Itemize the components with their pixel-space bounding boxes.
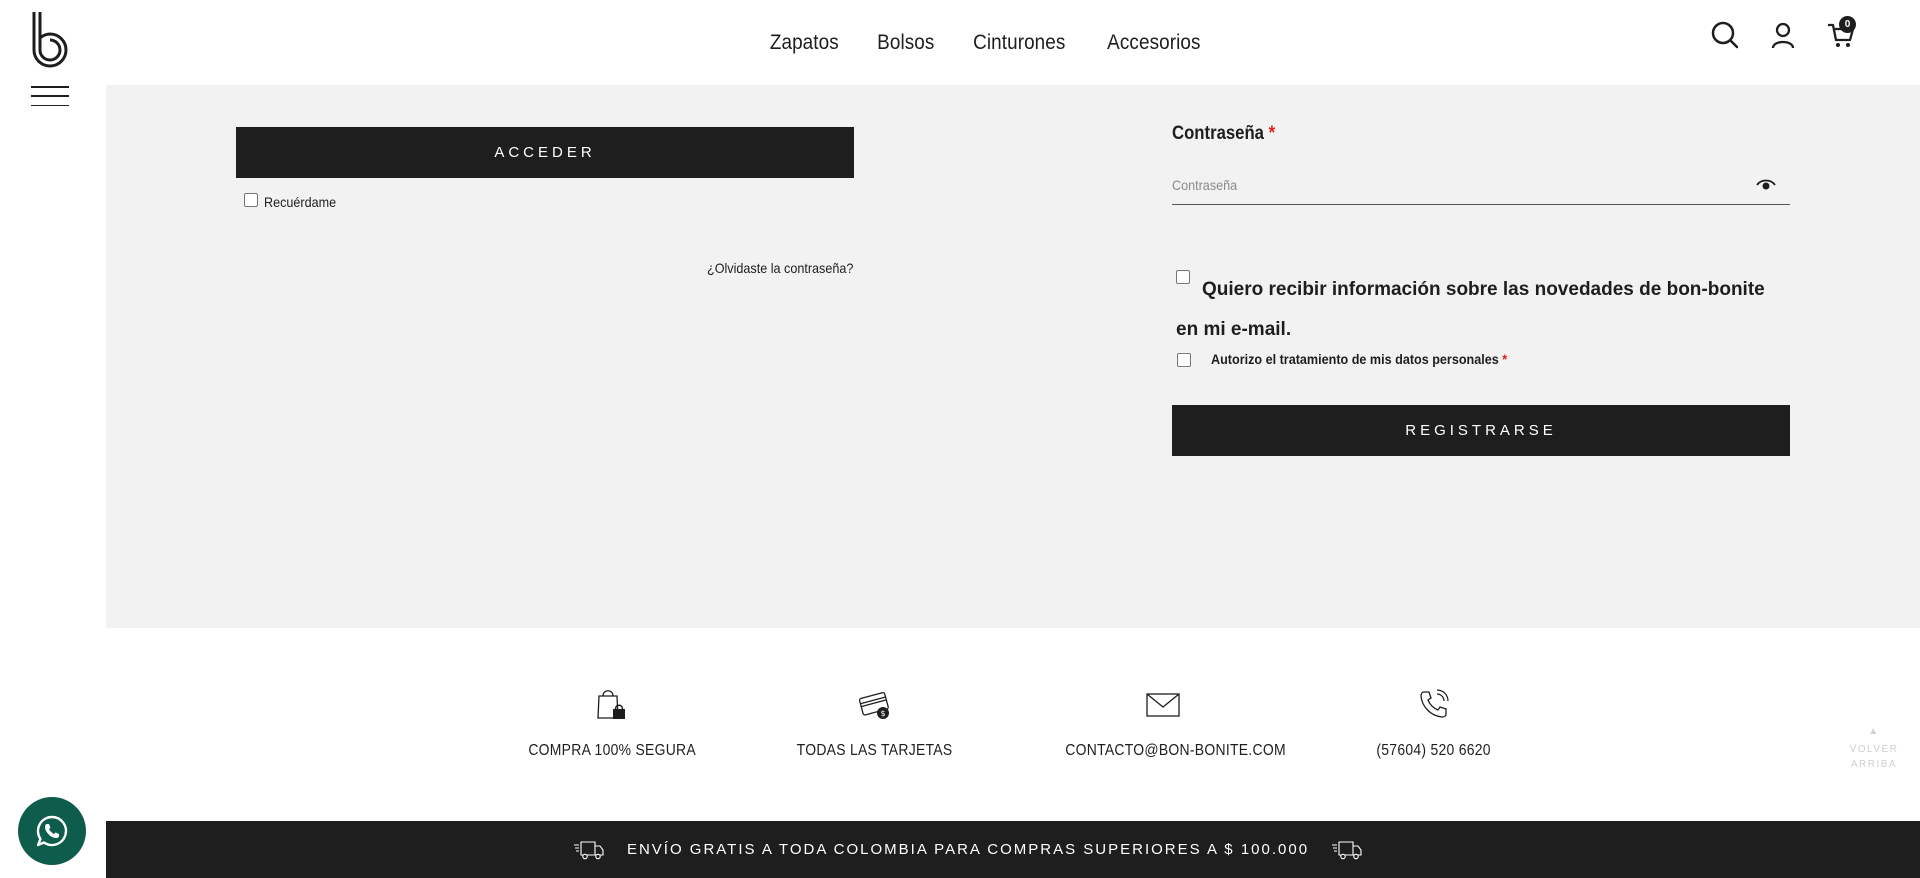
header-actions: 0 xyxy=(1710,16,1856,50)
envelope-icon xyxy=(1146,693,1180,717)
show-password-icon[interactable] xyxy=(1756,179,1776,191)
register-button[interactable]: REGISTRARSE xyxy=(1172,405,1790,456)
shipping-banner: ENVÍO GRATIS A TODA COLOMBIA PARA COMPRA… xyxy=(106,821,1920,878)
chevron-up-icon: ▲ xyxy=(1868,726,1880,737)
password-label: Contraseña * xyxy=(1172,123,1276,144)
forgot-password-link[interactable]: ¿Olvidaste la contraseña? xyxy=(707,260,853,276)
contact-phone-link[interactable]: (57604) 520 6620 xyxy=(1377,742,1491,760)
consent-checkbox[interactable] xyxy=(1177,353,1191,367)
cart-button[interactable]: 0 xyxy=(1826,16,1856,50)
site-header: Zapatos Bolsos Cinturones Accesorios 0 xyxy=(0,0,1920,85)
feature-secure: COMPRA 100% SEGURA xyxy=(502,686,722,760)
svg-text:$: $ xyxy=(880,709,885,718)
features-strip: COMPRA 100% SEGURA $ TODAS LAS TARJETAS … xyxy=(106,628,1920,821)
feature-phone: (57604) 520 6620 xyxy=(1324,686,1544,760)
account-panel: ACCEDER Recuérdame ¿Olvidaste la contras… xyxy=(106,85,1920,628)
search-icon[interactable] xyxy=(1710,20,1740,50)
password-placeholder: Contraseña xyxy=(1172,176,1238,193)
delivery-truck-icon xyxy=(573,840,604,859)
back-to-top-button[interactable]: ▲ VOLVER ARRIBA xyxy=(1836,706,1912,790)
menu-icon[interactable] xyxy=(31,86,69,106)
user-icon[interactable] xyxy=(1768,20,1798,50)
password-input[interactable]: Contraseña xyxy=(1172,165,1790,205)
contact-email-link[interactable]: CONTACTO@BON-BONITE.COM xyxy=(1065,742,1286,760)
phone-icon xyxy=(1420,689,1449,718)
nav-item-zapatos[interactable]: Zapatos xyxy=(770,31,839,55)
feature-cards-label: TODAS LAS TARJETAS xyxy=(797,742,953,759)
main-nav: Zapatos Bolsos Cinturones Accesorios xyxy=(0,0,1920,85)
remember-me-checkbox[interactable] xyxy=(244,193,258,207)
required-mark: * xyxy=(1268,123,1276,144)
whatsapp-icon xyxy=(36,815,68,847)
consent-label: Autorizo el tratamiento de mis datos per… xyxy=(1211,351,1508,367)
shipping-banner-text: ENVÍO GRATIS A TODA COLOMBIA PARA COMPRA… xyxy=(626,841,1310,858)
feature-secure-label: COMPRA 100% SEGURA xyxy=(528,742,696,759)
login-button[interactable]: ACCEDER xyxy=(236,127,854,178)
feature-contact: CONTACTO@BON-BONITE.COM xyxy=(1053,686,1286,760)
nav-item-accesorios[interactable]: Accesorios xyxy=(1107,31,1200,55)
nav-item-cinturones[interactable]: Cinturones xyxy=(974,31,1066,55)
whatsapp-button[interactable] xyxy=(18,797,86,865)
remember-me-label: Recuérdame xyxy=(264,194,337,210)
newsletter-label: Quiero recibir información sobre las nov… xyxy=(1176,279,1765,340)
credit-card-icon: $ xyxy=(858,692,889,719)
cart-count-badge: 0 xyxy=(1839,16,1856,33)
secure-bag-icon xyxy=(597,690,625,719)
delivery-truck-icon xyxy=(1332,840,1362,859)
nav-item-bolsos[interactable]: Bolsos xyxy=(877,31,934,55)
feature-cards: $ TODAS LAS TARJETAS xyxy=(765,686,985,760)
